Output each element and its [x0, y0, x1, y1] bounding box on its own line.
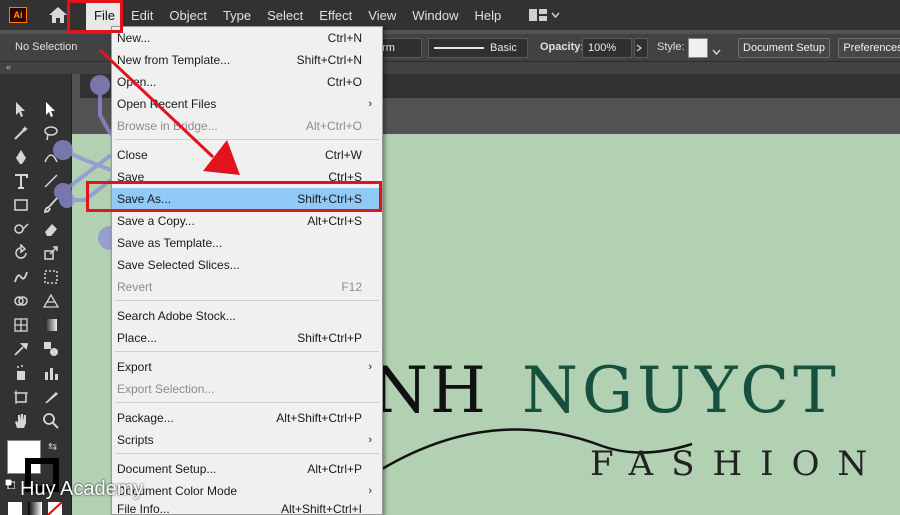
submenu-arrow-icon: › [368, 485, 372, 497]
blend-tool-icon[interactable] [40, 338, 62, 360]
menu-item-export[interactable]: Export › [112, 356, 382, 378]
menu-item-save-a-copy[interactable]: Save a Copy... Alt+Ctrl+S [112, 210, 382, 232]
gradient-mode-icon[interactable] [28, 502, 42, 515]
opacity-input[interactable]: 100% [582, 38, 632, 58]
document-setup-button[interactable]: Document Setup [738, 38, 830, 58]
menu-item-package[interactable]: Package... Alt+Shift+Ctrl+P [112, 407, 382, 429]
none-mode-icon[interactable] [48, 502, 62, 515]
hand-tool-icon[interactable] [10, 410, 32, 432]
selection-tool-icon[interactable] [10, 98, 32, 120]
line-segment-tool-icon[interactable] [40, 170, 62, 192]
opacity-label: Opacity: [540, 41, 585, 53]
menu-separator [115, 300, 379, 301]
eyedropper-tool-icon[interactable] [10, 338, 32, 360]
menu-separator [115, 402, 379, 403]
menu-item-save-selected-slices[interactable]: Save Selected Slices... [112, 254, 382, 276]
direct-selection-tool-icon[interactable] [40, 98, 62, 120]
zoom-tool-icon[interactable] [40, 410, 62, 432]
column-graph-tool-icon[interactable] [40, 362, 62, 384]
artboard-tool-icon[interactable] [10, 386, 32, 408]
shaper-tool-icon[interactable] [10, 218, 32, 240]
stroke-line-preview [434, 47, 484, 49]
logo-text-partial: NH [372, 354, 488, 428]
style-label: Style: [657, 41, 685, 53]
color-mode-icon[interactable] [8, 502, 22, 515]
menu-item-save-as-template[interactable]: Save as Template... [112, 232, 382, 254]
menu-item-document-setup[interactable]: Document Setup... Alt+Ctrl+P [112, 458, 382, 480]
mesh-tool-icon[interactable] [10, 314, 32, 336]
menu-separator [115, 351, 379, 352]
submenu-arrow-icon: › [368, 98, 372, 110]
pen-tool-icon[interactable] [10, 146, 32, 168]
menu-help[interactable]: Help [466, 0, 509, 30]
menu-separator [115, 453, 379, 454]
workspace-switcher[interactable] [529, 9, 560, 21]
home-icon[interactable] [47, 4, 69, 26]
tools-panel: ⇆ [0, 74, 72, 515]
submenu-arrow-icon: › [368, 361, 372, 373]
default-colors-icon[interactable] [4, 478, 16, 492]
annotation-arrow [98, 48, 240, 175]
logo-text-main: NGUYCT [522, 354, 840, 428]
swap-colors-icon[interactable]: ⇆ [48, 440, 57, 453]
eraser-tool-icon[interactable] [40, 218, 62, 240]
selection-status: No Selection [15, 41, 78, 53]
graphic-style-swatch[interactable] [688, 38, 708, 58]
workspace-icon [529, 9, 548, 21]
perspective-grid-tool-icon[interactable] [40, 290, 62, 312]
gradient-tool-icon[interactable] [40, 314, 62, 336]
menu-item-place[interactable]: Place... Shift+Ctrl+P [112, 327, 382, 349]
paintbrush-tool-icon[interactable] [40, 194, 62, 216]
preferences-button[interactable]: Preferences [838, 38, 900, 58]
menu-item-scripts[interactable]: Scripts › [112, 429, 382, 451]
symbol-sprayer-tool-icon[interactable] [10, 362, 32, 384]
watermark-caption: Huy Academy [20, 478, 144, 500]
type-tool-icon[interactable] [10, 170, 32, 192]
warp-tool-icon[interactable] [10, 266, 32, 288]
lasso-tool-icon[interactable] [40, 122, 62, 144]
stroke-style-select[interactable]: Basic [428, 38, 528, 58]
logo-subtitle: FASHION [590, 444, 886, 484]
app-logo[interactable]: Ai [9, 7, 27, 23]
magic-wand-tool-icon[interactable] [10, 122, 32, 144]
menu-window[interactable]: Window [404, 0, 466, 30]
shape-builder-tool-icon[interactable] [10, 290, 32, 312]
chevron-down-icon [551, 12, 560, 18]
menu-item-search-adobe-stock[interactable]: Search Adobe Stock... [112, 305, 382, 327]
menu-item-export-selection: Export Selection... [117, 382, 215, 396]
rectangle-tool-icon[interactable] [10, 194, 32, 216]
submenu-arrow-icon: › [368, 434, 372, 446]
menu-item-file-info[interactable]: File Info... Alt+Shift+Ctrl+I [112, 502, 382, 515]
free-transform-tool-icon[interactable] [40, 266, 62, 288]
opacity-dropdown[interactable] [634, 38, 648, 58]
slice-tool-icon[interactable] [40, 386, 62, 408]
chevron-right-icon [636, 44, 643, 52]
collapse-panel-icon[interactable]: « [6, 62, 11, 72]
menu-item-document-color-mode[interactable]: Document Color Mode › [112, 480, 382, 502]
rotate-tool-icon[interactable] [10, 242, 32, 264]
scale-tool-icon[interactable] [40, 242, 62, 264]
menu-item-revert: Revert F12 [117, 280, 362, 294]
curvature-tool-icon[interactable] [40, 146, 62, 168]
style-dropdown-chevron-icon[interactable] [712, 44, 721, 58]
